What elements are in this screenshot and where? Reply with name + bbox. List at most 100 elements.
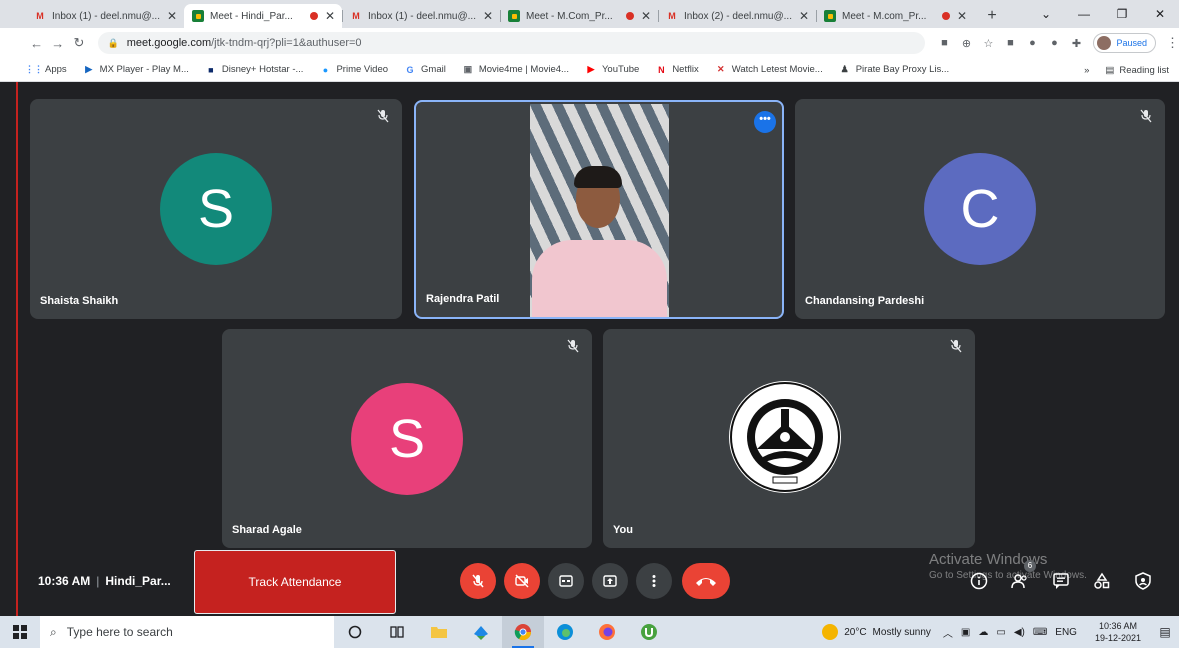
bookmark-label: Watch Letest Movie... — [731, 64, 823, 75]
close-tab-icon[interactable]: ✕ — [166, 9, 178, 23]
track-attendance-button[interactable]: Track Attendance — [194, 550, 396, 614]
chat-icon[interactable] — [1052, 572, 1070, 590]
new-tab-button[interactable]: + — [980, 4, 1004, 28]
firefox-taskbar-button[interactable] — [586, 616, 628, 648]
extension-icon[interactable]: ■ — [999, 37, 1021, 49]
weather-widget[interactable]: 20°C Mostly sunny — [822, 624, 931, 640]
camera-in-use-icon[interactable]: ■ — [933, 37, 955, 49]
info-icon[interactable] — [970, 572, 988, 590]
task-view-button[interactable] — [376, 616, 418, 648]
participant-tile[interactable]: C Chandansing Pardeshi — [795, 99, 1165, 319]
people-icon[interactable] — [1011, 572, 1029, 590]
bookmark-label: YouTube — [601, 64, 640, 75]
reading-list-button[interactable]: Reading list — [1119, 65, 1169, 76]
participant-tile[interactable]: S Shaista Shaikh — [30, 99, 402, 319]
tab-search-icon[interactable]: ⌄ — [1027, 7, 1065, 21]
participant-tile-active[interactable]: ••• Rajendra Patil — [414, 100, 784, 319]
bookmark-prime-video[interactable]: ● Prime Video — [319, 64, 388, 76]
activities-icon[interactable] — [1093, 572, 1111, 590]
extensions-puzzle-icon[interactable]: ✚ — [1065, 37, 1087, 50]
tab-title: Meet - M.Com_Pr... — [526, 10, 613, 22]
more-options-icon[interactable]: ••• — [754, 111, 776, 133]
x-icon: ✕ — [716, 64, 725, 74]
bookmark-movie4me[interactable]: ▣ Movie4me | Movie4... — [462, 64, 569, 76]
captions-button[interactable] — [548, 563, 584, 599]
close-tab-icon[interactable]: ✕ — [956, 9, 968, 23]
host-controls-icon[interactable] — [1134, 572, 1152, 590]
bookmark-pirate-bay[interactable]: ♟ Pirate Bay Proxy Lis... — [839, 64, 950, 76]
end-call-button[interactable] — [682, 563, 730, 599]
close-window-icon[interactable]: ✕ — [1141, 7, 1179, 21]
volume-icon[interactable]: ◀) — [1014, 627, 1025, 638]
recording-indicator-icon — [310, 12, 318, 20]
present-now-button[interactable] — [592, 563, 628, 599]
profile-button[interactable]: Paused — [1093, 33, 1156, 53]
share-icon[interactable]: ⊕ — [955, 37, 977, 50]
bookmark-watch-movies[interactable]: ✕ Watch Letest Movie... — [715, 64, 823, 76]
captions-icon — [559, 575, 573, 587]
participant-name: Rajendra Patil — [426, 293, 500, 305]
bookmark-mx-player[interactable]: ▶ MX Player - Play M... — [83, 64, 189, 76]
back-icon[interactable]: ← — [26, 36, 47, 51]
extension-icon[interactable]: ● — [1021, 37, 1043, 49]
reading-list-icon[interactable]: ▤ — [1105, 65, 1114, 76]
chrome-menu-icon[interactable]: ⋮ — [1166, 35, 1179, 51]
bookmark-netflix[interactable]: N Netflix — [655, 64, 699, 76]
chevron-right-icon[interactable]: » — [1084, 65, 1089, 76]
taskbar-search-box[interactable]: ⌕ Type here to search — [40, 616, 334, 648]
avatar-initial: S — [197, 179, 235, 239]
start-button[interactable] — [0, 616, 40, 648]
file-explorer-button[interactable] — [418, 616, 460, 648]
avatar: S — [351, 383, 463, 495]
edge-taskbar-button[interactable] — [544, 616, 586, 648]
bookmark-youtube[interactable]: ▶ YouTube — [585, 64, 640, 76]
forward-icon[interactable]: → — [47, 36, 68, 51]
bookmark-label: MX Player - Play M... — [99, 64, 189, 75]
close-tab-icon[interactable]: ✕ — [640, 9, 652, 23]
restore-icon[interactable]: ❐ — [1103, 7, 1141, 21]
battery-icon[interactable]: ▭ — [996, 627, 1005, 638]
torrent-taskbar-button[interactable] — [628, 616, 670, 648]
lock-icon: 🔒 — [107, 37, 119, 48]
participant-count-badge: 6 — [1024, 560, 1036, 572]
address-bar[interactable]: 🔒 meet.google.com /jtk-tndm-qrj?pli=1&au… — [97, 32, 926, 54]
university-logo — [729, 381, 841, 493]
chrome-taskbar-button[interactable] — [502, 616, 544, 648]
input-language[interactable]: ENG — [1055, 627, 1077, 638]
app-button[interactable] — [460, 616, 502, 648]
bookmark-gmail[interactable]: G Gmail — [404, 64, 446, 76]
microphone-toggle-button[interactable] — [460, 563, 496, 599]
close-tab-icon[interactable]: ✕ — [798, 9, 810, 23]
notifications-icon[interactable]: ▤ — [1151, 625, 1179, 639]
bookmark-hotstar[interactable]: ■ Disney+ Hotstar -... — [205, 64, 303, 76]
cortana-button[interactable] — [334, 616, 376, 648]
printer-icon[interactable]: ▣ — [961, 627, 970, 638]
tab-meet-mcom-1[interactable]: Meet - M.Com_Pr... ✕ — [500, 4, 658, 28]
bookmark-label: Netflix — [672, 64, 699, 75]
minimize-icon[interactable]: — — [1065, 7, 1103, 21]
bookmark-star-icon[interactable]: ☆ — [977, 37, 999, 50]
chevron-up-icon[interactable]: ︿ — [943, 625, 953, 640]
extension-icon[interactable]: ● — [1043, 37, 1065, 49]
camera-toggle-button[interactable] — [504, 563, 540, 599]
reload-icon[interactable]: ↻ — [68, 35, 89, 51]
close-tab-icon[interactable]: ✕ — [482, 9, 494, 23]
system-clock[interactable]: 10:36 AM 19-12-2021 — [1095, 620, 1141, 644]
apps-icon: ⋮⋮ — [25, 64, 43, 74]
tab-inbox-1[interactable]: M Inbox (1) - deel.nmu@... ✕ — [26, 4, 184, 28]
keyboard-icon[interactable]: ⌨ — [1033, 627, 1047, 638]
mx-player-icon: ▶ — [85, 64, 93, 74]
participant-tile[interactable]: S Sharad Agale — [222, 329, 592, 548]
screen: M Inbox (1) - deel.nmu@... ✕ Meet - Hind… — [0, 0, 1179, 648]
bookmark-apps[interactable]: ⋮⋮ Apps — [25, 64, 67, 76]
tab-inbox-3[interactable]: M Inbox (2) - deel.nmu@... ✕ — [658, 4, 816, 28]
tab-inbox-2[interactable]: M Inbox (1) - deel.nmu@... ✕ — [342, 4, 500, 28]
close-tab-icon[interactable]: ✕ — [324, 9, 336, 23]
more-options-button[interactable] — [636, 563, 672, 599]
tab-meet-hindi[interactable]: Meet - Hindi_Par... ✕ — [184, 4, 342, 28]
tab-meet-mcom-2[interactable]: Meet - M.com_Pr... ✕ — [816, 4, 974, 28]
bookmark-label: Apps — [45, 64, 67, 75]
participant-tile-self[interactable]: You — [603, 329, 975, 548]
onedrive-icon[interactable]: ☁ — [978, 627, 988, 638]
url-host: meet.google.com — [126, 37, 212, 49]
